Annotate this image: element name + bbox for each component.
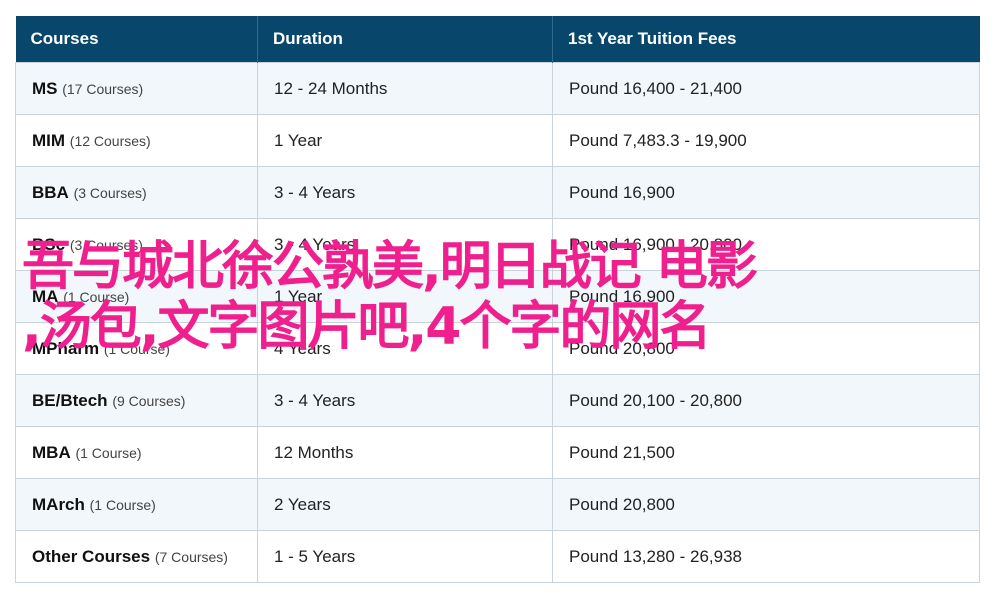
course-cell: MBA (1 Course)	[15, 426, 258, 479]
duration-cell: 3 - 4 Years	[257, 218, 553, 271]
table-row: Other Courses (7 Courses) 1 - 5 Years Po…	[15, 530, 980, 583]
course-name: MArch	[32, 494, 85, 514]
header-duration: Duration	[257, 16, 553, 63]
course-count: (1 Course)	[75, 444, 142, 461]
course-name: MBA	[32, 442, 71, 462]
table-row: MArch (1 Course) 2 Years Pound 20,800	[15, 478, 980, 531]
fees-cell: Pound 20,100 - 20,800	[552, 374, 980, 427]
course-count: (1 Course)	[89, 496, 156, 513]
table-header-row: Courses Duration 1st Year Tuition Fees	[15, 16, 980, 63]
table-row: BSc (3 Courses) 3 - 4 Years Pound 16,900…	[15, 218, 980, 271]
page: Courses Duration 1st Year Tuition Fees M…	[0, 0, 991, 597]
course-count: (1 Course)	[63, 288, 130, 305]
table-row: BE/Btech (9 Courses) 3 - 4 Years Pound 2…	[15, 374, 980, 427]
course-cell: BE/Btech (9 Courses)	[15, 374, 258, 427]
course-cell: Other Courses (7 Courses)	[15, 530, 258, 583]
fees-cell: Pound 16,900	[552, 270, 980, 323]
course-count: (17 Courses)	[62, 80, 144, 97]
header-tuition-fees: 1st Year Tuition Fees	[552, 16, 980, 63]
course-name: MA	[32, 286, 59, 306]
course-count: (7 Courses)	[154, 548, 228, 565]
fees-cell: Pound 13,280 - 26,938	[552, 530, 980, 583]
header-courses: Courses	[15, 16, 258, 63]
duration-cell: 12 Months	[257, 426, 553, 479]
fees-cell: Pound 16,900	[552, 166, 980, 219]
course-count: (12 Courses)	[69, 132, 151, 149]
fees-cell: Pound 21,500	[552, 426, 980, 479]
table-row: MPharm (1 Course) 4 Years Pound 20,800	[15, 322, 980, 375]
course-cell: MA (1 Course)	[15, 270, 258, 323]
course-cell: BBA (3 Courses)	[15, 166, 258, 219]
course-name: MS	[32, 78, 58, 98]
course-cell: MS (17 Courses)	[15, 62, 258, 115]
table-row: BBA (3 Courses) 3 - 4 Years Pound 16,900	[15, 166, 980, 219]
course-cell: BSc (3 Courses)	[15, 218, 258, 271]
course-name: BE/Btech	[32, 390, 108, 410]
table-row: MBA (1 Course) 12 Months Pound 21,500	[15, 426, 980, 479]
course-count: (3 Courses)	[73, 184, 147, 201]
tuition-fees-table: Courses Duration 1st Year Tuition Fees M…	[15, 16, 980, 583]
fees-cell: Pound 7,483.3 - 19,900	[552, 114, 980, 167]
course-count: (9 Courses)	[112, 392, 186, 409]
course-name: BBA	[32, 182, 69, 202]
fees-cell: Pound 16,900 - 20,800	[552, 218, 980, 271]
fees-cell: Pound 20,800	[552, 322, 980, 375]
table-row: MS (17 Courses) 12 - 24 Months Pound 16,…	[15, 62, 980, 115]
duration-cell: 1 - 5 Years	[257, 530, 553, 583]
fees-cell: Pound 16,400 - 21,400	[552, 62, 980, 115]
course-name: Other Courses	[32, 546, 151, 566]
duration-cell: 4 Years	[257, 322, 553, 375]
duration-cell: 3 - 4 Years	[257, 374, 553, 427]
duration-cell: 3 - 4 Years	[257, 166, 553, 219]
course-name: MPharm	[32, 338, 100, 358]
duration-cell: 12 - 24 Months	[257, 62, 553, 115]
course-count: (3 Courses)	[69, 236, 143, 253]
course-name: MIM	[32, 130, 66, 150]
duration-cell: 1 Year	[257, 270, 553, 323]
table-row: MIM (12 Courses) 1 Year Pound 7,483.3 - …	[15, 114, 980, 167]
course-name: BSc	[32, 234, 66, 254]
course-count: (1 Course)	[103, 340, 170, 357]
duration-cell: 2 Years	[257, 478, 553, 531]
duration-cell: 1 Year	[257, 114, 553, 167]
course-cell: MArch (1 Course)	[15, 478, 258, 531]
table-row: MA (1 Course) 1 Year Pound 16,900	[15, 270, 980, 323]
course-cell: MIM (12 Courses)	[15, 114, 258, 167]
course-cell: MPharm (1 Course)	[15, 322, 258, 375]
fees-cell: Pound 20,800	[552, 478, 980, 531]
